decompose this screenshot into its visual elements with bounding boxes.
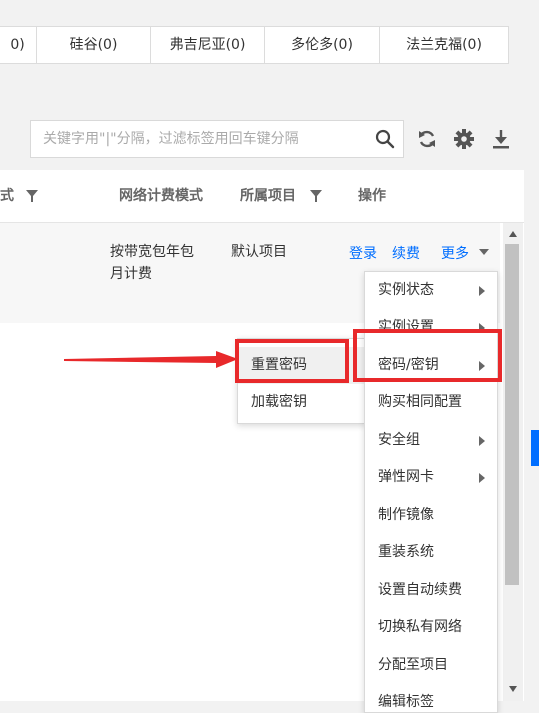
region-tab-toronto[interactable]: 多伦多(0) [265, 27, 380, 63]
menu-item-security-group[interactable]: 安全组 [365, 422, 497, 459]
load-key-item[interactable]: 加载密钥 [238, 384, 365, 421]
region-tab-frankfurt[interactable]: 法兰克福(0) [380, 27, 508, 63]
menu-item-label: 切换私有网络 [378, 619, 462, 635]
header-actions: 操作 [358, 188, 386, 204]
region-tabs: 0) 硅谷(0) 弗吉尼亚(0) 多伦多(0) 法兰克福(0) [0, 26, 509, 64]
highlight-reset-password [235, 339, 349, 383]
search-box [30, 120, 404, 158]
search-input[interactable] [31, 121, 385, 157]
login-link[interactable]: 登录 [349, 243, 377, 263]
more-link[interactable]: 更多 [441, 243, 469, 263]
header-project: 所属项目 [240, 188, 296, 204]
menu-item-create-image[interactable]: 制作镜像 [365, 497, 497, 534]
menu-item-label: 弹性网卡 [378, 469, 434, 485]
menu-item-label: 分配至项目 [378, 657, 448, 673]
menu-item-instance-state[interactable]: 实例状态 [365, 272, 497, 309]
scroll-up-icon[interactable] [509, 231, 517, 237]
search-icon[interactable] [375, 129, 395, 149]
menu-item-label: 实例状态 [378, 282, 434, 298]
network-billing-line1: 按带宽包年包 [110, 244, 194, 260]
header-billing-mode: 式 [0, 188, 14, 204]
menu-item-elastic-nic[interactable]: 弹性网卡 [365, 459, 497, 496]
network-billing-line2: 月计费 [110, 266, 152, 282]
submenu-arrow-icon [479, 473, 485, 483]
red-arrow-annotation-icon [64, 351, 238, 368]
menu-item-label: 重装系统 [378, 544, 434, 560]
filter-icon[interactable] [26, 190, 38, 202]
region-tab-virginia[interactable]: 弗吉尼亚(0) [151, 27, 265, 63]
region-tab-silicon-valley[interactable]: 硅谷(0) [37, 27, 151, 63]
region-tab-partial[interactable]: 0) [0, 27, 37, 63]
project-value: 默认项目 [231, 244, 287, 260]
menu-item-buy-same-config[interactable]: 购买相同配置 [365, 384, 497, 421]
menu-item-auto-renew[interactable]: 设置自动续费 [365, 572, 497, 609]
menu-item-label: 购买相同配置 [378, 394, 462, 410]
menu-item-label: 设置自动续费 [378, 582, 462, 598]
submenu-arrow-icon [479, 286, 485, 296]
header-network-billing: 网络计费模式 [119, 188, 203, 204]
table-header: 式 网络计费模式 所属项目 操作 [0, 170, 524, 223]
menu-item-reinstall-system[interactable]: 重装系统 [365, 534, 497, 571]
menu-item-label: 编辑标签 [378, 694, 434, 710]
highlight-password-key [353, 329, 502, 382]
submenu-arrow-icon [479, 436, 485, 446]
menu-item-switch-vpc[interactable]: 切换私有网络 [365, 609, 497, 646]
scrollbar-thumb[interactable] [505, 244, 519, 585]
caret-down-icon[interactable] [479, 249, 489, 256]
menu-item-label: 制作镜像 [378, 507, 434, 523]
side-float-tab[interactable] [531, 430, 539, 466]
settings-gear-icon[interactable] [453, 128, 475, 150]
menu-item-label: 安全组 [378, 432, 420, 448]
menu-item-edit-tags[interactable]: 编辑标签 [365, 684, 497, 712]
renew-link[interactable]: 续费 [392, 243, 420, 263]
download-icon[interactable] [490, 128, 512, 150]
refresh-icon[interactable] [416, 128, 438, 150]
menu-item-assign-project[interactable]: 分配至项目 [365, 647, 497, 684]
filter-icon[interactable] [310, 190, 322, 202]
scroll-down-icon[interactable] [509, 686, 517, 692]
